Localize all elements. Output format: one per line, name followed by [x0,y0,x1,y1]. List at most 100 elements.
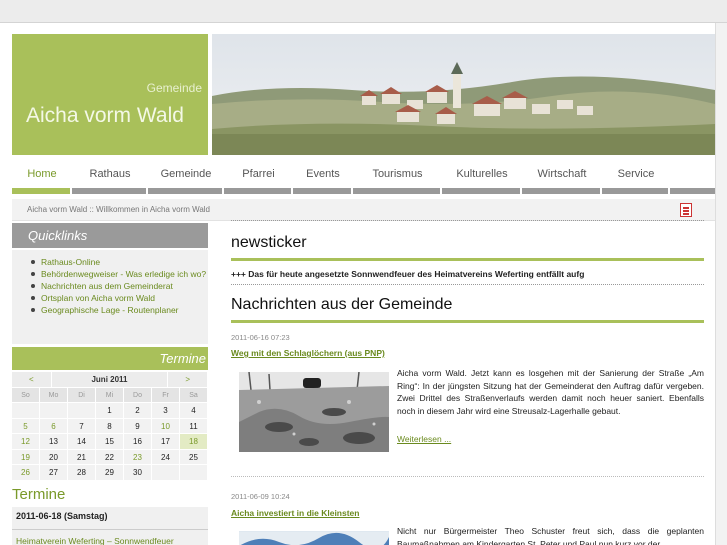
calendar-day: 20 [40,449,68,465]
quicklinks-list: Rathaus-Online Behördenwegweiser - Was e… [12,250,208,344]
quicklink-item[interactable]: Ortsplan von Aicha vorm Wald [30,292,208,304]
calendar-day: 7 [68,418,96,434]
read-more-link[interactable]: Weiterlesen ... [397,434,451,444]
calendar-weekday: Mo [40,387,68,403]
nav-gemeinde-label: Gemeinde [160,168,212,180]
quicklinks-header: Quicklinks [12,223,208,248]
quicklink-item[interactable]: Behördenwegweiser - Was erledige ich wo? [30,268,208,280]
calendar-prev-button[interactable]: < [12,372,52,388]
breadcrumb[interactable]: Aicha vorm Wald :: Willkommen in Aicha v… [27,205,210,214]
calendar-header: Termine [12,347,208,370]
calendar-day: 16 [124,434,152,450]
calendar-day[interactable]: 5 [12,418,40,434]
calendar-day: 22 [96,449,124,465]
calendar-empty-cell [68,403,96,419]
calendar-next-button[interactable]: > [168,372,208,388]
calendar-day: 15 [96,434,124,450]
nav-pfarrei-label: Pfarrei [242,168,275,180]
calendar-day: 11 [180,418,208,434]
newsticker-line [231,258,704,261]
calendar-empty-cell [180,465,208,481]
nav-service[interactable]: Service [602,160,670,196]
newsticker-title: newsticker [231,234,307,251]
nav-service-label: Service [617,168,655,180]
pdf-icon[interactable] [680,203,692,217]
article-date: 2011-06-16 07:23 [231,333,290,342]
calendar-day: 17 [152,434,180,450]
nav-kulturelles[interactable]: Kulturelles [442,160,522,196]
header-banner-image [212,34,715,155]
calendar-weekday: Do [124,387,152,403]
calendar-day: 25 [180,449,208,465]
nav-home[interactable]: Home [12,160,72,196]
quicklinks-title: Quicklinks [28,228,88,243]
calendar-month: Juni 2011 [51,372,169,388]
calendar-day[interactable]: 19 [12,449,40,465]
calendar-day: 21 [68,449,96,465]
site-logo[interactable]: Gemeinde Aicha vorm Wald [12,34,208,155]
nav-rathaus-label: Rathaus [89,168,131,180]
calendar-day: 24 [152,449,180,465]
calendar-weekday: So [12,387,40,403]
nav-gemeinde[interactable]: Gemeinde [148,160,224,196]
scrollbar[interactable] [715,23,727,545]
calendar-day: 14 [68,434,96,450]
logo-name-text: Aicha vorm Wald [26,104,184,127]
calendar-empty-cell [12,403,40,419]
calendar-day[interactable]: 18 [180,434,208,450]
article-title-link[interactable]: Weg mit den Schlaglöchern (aus PNP) [231,348,385,358]
newsticker-text: +++ Das für heute angesetzte Sonnwendfeu… [231,269,585,279]
top-divider [231,220,704,221]
nav-wirtschaft[interactable]: Wirtschaft [522,160,602,196]
calendar-day: 30 [124,465,152,481]
calendar-day: 1 [96,403,124,419]
calendar-day: 28 [68,465,96,481]
termine-box: 2011-06-18 (Samstag) Heimatverein Wefert… [12,507,208,545]
article-text: Nicht nur Bürgermeister Theo Schuster fr… [397,526,704,545]
nav-tourismus-label: Tourismus [372,168,423,180]
article-image[interactable] [239,372,389,452]
news-section-title: Nachrichten aus der Gemeinde [231,296,453,313]
quicklink-item[interactable]: Rathaus-Online [30,256,208,268]
calendar-empty-cell [40,403,68,419]
nav-events[interactable]: Events [293,160,353,196]
newsticker-divider [231,284,704,285]
nav-wirtschaft-label: Wirtschaft [537,168,587,180]
nav-more[interactable] [670,160,715,196]
article-image[interactable] [239,531,389,545]
main-navigation: Home Rathaus Gemeinde Pfarrei Events Tou… [12,160,715,196]
calendar-day: 8 [96,418,124,434]
termine-title: Termine [12,486,66,503]
calendar-day[interactable]: 12 [12,434,40,450]
calendar-day[interactable]: 23 [124,449,152,465]
logo-gemeinde-text: Gemeinde [146,81,202,95]
calendar: < Juni 2011 > So Mo Di Mi Do Fr Sa 1 2 3 4 5 6 7 8 9 10… [12,372,208,481]
calendar-weekday: Mi [96,387,124,403]
quicklink-item[interactable]: Geographische Lage - Routenplaner [30,304,208,316]
calendar-weekday: Fr [152,387,180,403]
calendar-day: 2 [124,403,152,419]
termine-event-link[interactable]: Heimatverein Weferting – Sonnwendfeuer [16,536,174,545]
calendar-day: 13 [40,434,68,450]
calendar-weekday: Sa [180,387,208,403]
calendar-day[interactable]: 6 [40,418,68,434]
article-divider [231,476,704,477]
calendar-day: 4 [180,403,208,419]
article-date: 2011-06-09 10:24 [231,492,290,501]
calendar-day[interactable]: 10 [152,418,180,434]
calendar-day[interactable]: 26 [12,465,40,481]
breadcrumb-bar: Aicha vorm Wald :: Willkommen in Aicha v… [12,199,715,221]
calendar-day: 29 [96,465,124,481]
nav-home-label: Home [27,168,57,180]
article-text: Aicha vorm Wald. Jetzt kann es losgehen … [397,368,704,416]
article-title-link[interactable]: Aicha investiert in die Kleinsten [231,508,359,518]
nav-pfarrei[interactable]: Pfarrei [224,160,293,196]
nav-kulturelles-label: Kulturelles [456,168,508,180]
calendar-title: Termine [159,351,206,366]
quicklink-item[interactable]: Nachrichten aus dem Gemeinderat [30,280,208,292]
calendar-empty-cell [152,465,180,481]
news-line [231,320,704,323]
nav-tourismus[interactable]: Tourismus [353,160,442,196]
calendar-day: 9 [124,418,152,434]
nav-rathaus[interactable]: Rathaus [72,160,148,196]
